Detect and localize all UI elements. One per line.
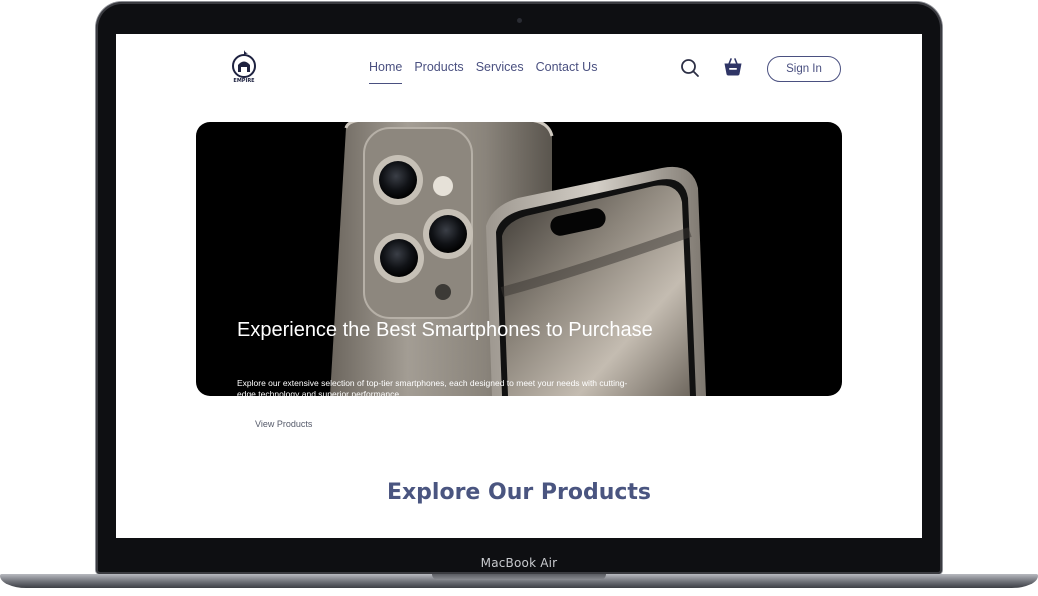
nav-products[interactable]: Products — [414, 60, 463, 80]
device-label: MacBook Air — [480, 556, 558, 570]
laptop-screen: EMPIRE Home Products Services Contact Us — [116, 34, 922, 538]
hero-title: Experience the Best Smartphones to Purch… — [237, 319, 653, 341]
camera-dot — [517, 18, 522, 23]
products-section-title: Explore Our Products — [386, 480, 652, 505]
logo[interactable]: EMPIRE — [229, 48, 259, 88]
basket-icon — [724, 58, 742, 76]
nav-home[interactable]: Home — [369, 60, 403, 84]
hero-phones-image — [330, 122, 706, 396]
search-button[interactable] — [679, 57, 701, 79]
main-nav: Home Products Services Contact Us — [369, 60, 598, 84]
hero-banner: Experience the Best Smartphones to Purch… — [196, 122, 842, 396]
view-products-link[interactable]: View Products — [255, 419, 312, 429]
hero-description: Explore our extensive selection of top-t… — [237, 378, 628, 396]
laptop-mockup: EMPIRE Home Products Services Contact Us — [0, 0, 1038, 596]
logo-text: EMPIRE — [233, 78, 255, 84]
laptop-base-notch — [432, 574, 606, 580]
logo-icon — [232, 50, 256, 78]
sign-in-button[interactable]: Sign In — [767, 56, 841, 82]
nav-services[interactable]: Services — [476, 60, 524, 80]
search-icon — [681, 59, 699, 77]
cart-button[interactable] — [722, 56, 744, 78]
nav-contact-us[interactable]: Contact Us — [536, 60, 598, 80]
